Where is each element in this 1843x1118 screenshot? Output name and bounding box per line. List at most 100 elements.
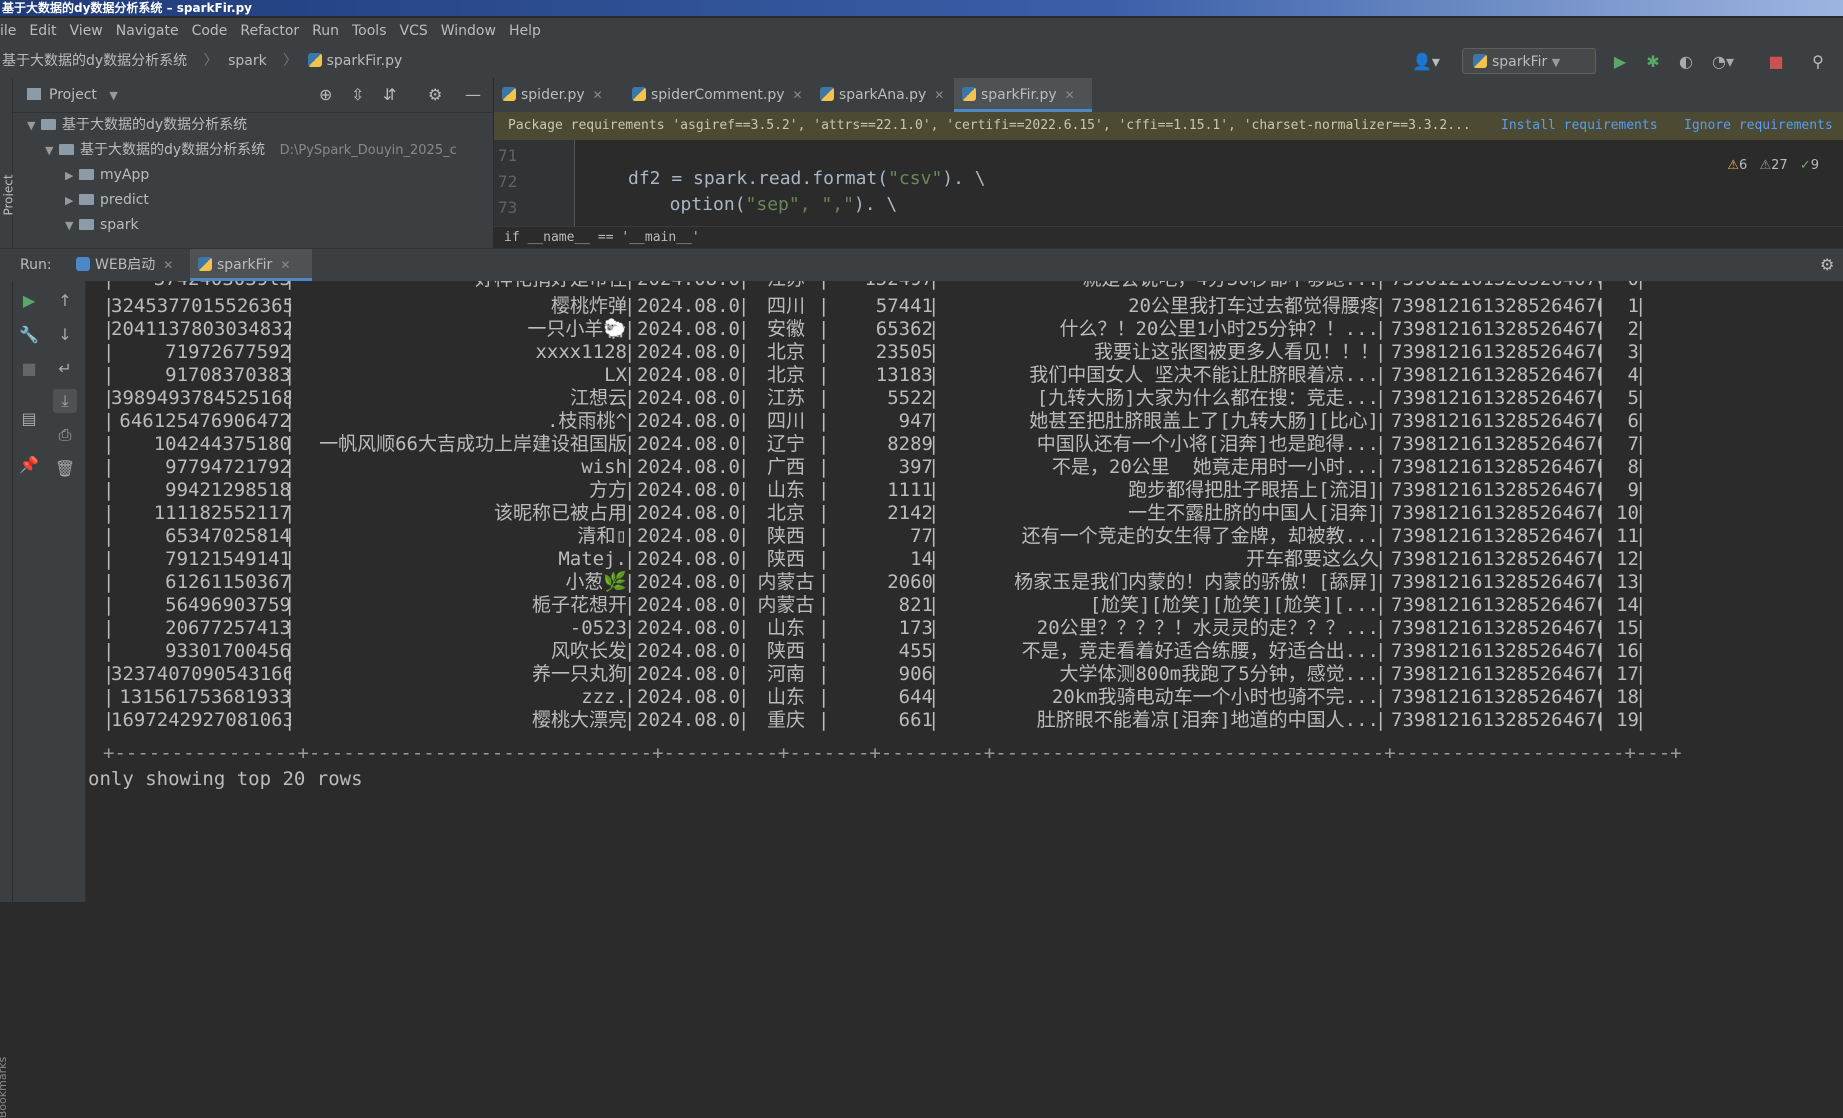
code-line-73: option("sep", ","). \	[648, 194, 898, 215]
profile-icon[interactable]: ◔▾	[1712, 52, 1734, 72]
table-cell: 3742403039l3	[111, 281, 291, 293]
menu-item[interactable]: Navigate	[116, 23, 179, 39]
close-icon[interactable]: ✕	[163, 258, 173, 272]
console-footer: only showing top 20 rows	[88, 768, 363, 790]
scroll-to-end-icon[interactable]: ⤓	[53, 389, 77, 413]
inspection-widget[interactable]: ⚠6 ⚠27 ✓9	[1727, 158, 1819, 173]
run-tab-web[interactable]: WEB启动 ✕	[68, 249, 188, 281]
gear-icon[interactable]: ⚙	[1820, 249, 1834, 281]
layout-icon[interactable]: ▤	[17, 407, 41, 431]
table-cell: 661	[898, 709, 933, 731]
tree-item-root[interactable]: ▼ 基于大数据的dy数据分析系统	[13, 113, 493, 138]
expand-arrow-icon[interactable]: ▼	[27, 113, 41, 138]
breadcrumb-separator: 〉	[203, 53, 218, 69]
table-cell: 19	[1616, 709, 1639, 731]
check-icon: ✓	[1799, 158, 1811, 173]
scroll-up-icon[interactable]: ↑	[53, 289, 77, 313]
python-file-icon	[962, 87, 976, 101]
menu-item[interactable]: Help	[509, 23, 541, 39]
stop-icon[interactable]: ■	[17, 357, 41, 381]
menu-item[interactable]: Window	[441, 23, 496, 39]
breadcrumb-project[interactable]: 基于大数据的dy数据分析系统	[2, 53, 187, 69]
code-viewport[interactable]: df2 = spark.read.format("csv"). \ option…	[576, 140, 1776, 226]
tree-item-label: spark	[100, 217, 139, 233]
project-panel-title[interactable]: Project	[49, 87, 97, 103]
menu-item[interactable]: VCS	[400, 23, 428, 39]
scroll-down-icon[interactable]: ↓	[53, 323, 77, 347]
folder-icon	[59, 144, 74, 155]
close-icon[interactable]: ✕	[1065, 88, 1075, 102]
close-icon[interactable]: ✕	[934, 88, 944, 102]
trash-icon[interactable]: 🗑	[53, 457, 77, 481]
expand-arrow-icon[interactable]: ▼	[45, 138, 59, 163]
breadcrumb-file[interactable]: sparkFir.py	[327, 53, 403, 69]
code-string: "csv"	[888, 168, 943, 189]
tree-item-spark[interactable]: ▼ spark	[13, 213, 493, 238]
collapse-all-icon[interactable]: ⇵	[383, 78, 396, 112]
menu-item[interactable]: Tools	[352, 23, 387, 39]
pin-icon[interactable]: 📌	[17, 453, 41, 477]
chevron-down-icon: ▼	[1551, 56, 1561, 69]
line-gutter: 71 72 73	[494, 140, 575, 226]
tab-label: sparkAna.py	[839, 87, 927, 103]
run-tab-label: WEB启动	[95, 257, 156, 273]
expand-all-icon[interactable]: ⇳	[351, 78, 364, 112]
weak-warning-count: 27	[1771, 158, 1788, 173]
expand-arrow-icon[interactable]: ▶	[65, 188, 79, 213]
code-breadcrumb[interactable]: if __name__ == '__main__'	[494, 226, 1843, 248]
debug-icon[interactable]: ✱	[1643, 52, 1663, 72]
table-cell: 1697242927081063	[111, 709, 291, 731]
wrench-icon[interactable]: 🔧	[17, 323, 41, 347]
tree-item-predict[interactable]: ▶ predict	[13, 188, 493, 213]
rerun-icon[interactable]: ▶	[17, 289, 41, 313]
menu-item[interactable]: View	[70, 23, 103, 39]
menu-item[interactable]: Refactor	[240, 23, 299, 39]
search-icon[interactable]: ⚲	[1808, 52, 1828, 72]
menu-item[interactable]: Edit	[29, 23, 56, 39]
run-icon[interactable]: ▶	[1610, 52, 1630, 72]
soft-wrap-icon[interactable]: ↵	[53, 357, 77, 381]
close-icon[interactable]: ✕	[793, 88, 803, 102]
project-view-icon	[27, 88, 41, 100]
chevron-down-icon[interactable]: ▼	[109, 89, 117, 102]
project-panel: Project ▼ ⊕ ⇳ ⇵ ⚙ — ▼ 基于大数据的dy数据分析系统 ▼ 基于大…	[13, 78, 494, 248]
run-tab-sparkfir[interactable]: sparkFir ✕	[190, 249, 312, 281]
ignore-requirements-link[interactable]: Ignore requirements	[1684, 112, 1833, 140]
tab-sparkana[interactable]: sparkAna.py ✕	[812, 78, 962, 112]
run-config-label: sparkFir	[1492, 54, 1548, 70]
menu-item[interactable]: Code	[192, 23, 228, 39]
coverage-icon[interactable]: ◐	[1676, 52, 1696, 72]
minimize-icon[interactable]: —	[465, 78, 481, 112]
folder-icon	[41, 119, 56, 130]
expand-arrow-icon[interactable]: ▼	[65, 213, 79, 238]
tab-sparkfir[interactable]: sparkFir.py ✕	[954, 78, 1092, 112]
line-number: 72	[498, 172, 518, 191]
tree-item-myapp[interactable]: ▶ myApp	[13, 163, 493, 188]
stop-icon[interactable]: ■	[1766, 52, 1786, 72]
breadcrumb-folder[interactable]: spark	[228, 53, 267, 69]
user-icon[interactable]: 👤▾	[1412, 52, 1440, 72]
python-config-icon	[1473, 54, 1487, 68]
locate-icon[interactable]: ⊕	[319, 78, 332, 112]
warning-count: 6	[1739, 158, 1748, 173]
table-cell: 肚脐眼不能着凉[泪奔]地道的中国人...	[1036, 709, 1379, 731]
gear-icon[interactable]: ⚙	[428, 78, 442, 112]
tab-spider[interactable]: spider.py ✕	[494, 78, 632, 112]
table-cell: 就是会说吧，4分30秒都不够跑...	[939, 281, 1379, 293]
close-icon[interactable]: ✕	[593, 88, 603, 102]
tab-spidercomment[interactable]: spiderComment.py ✕	[624, 78, 820, 112]
console-output[interactable]: |||||||||3742403039l3好样花捐好是市住2024.08.02江…	[86, 281, 1843, 902]
table-cell: 重庆	[766, 709, 805, 731]
print-icon[interactable]: ⎙	[53, 423, 77, 447]
close-icon[interactable]: ✕	[280, 258, 290, 272]
expand-arrow-icon[interactable]: ▶	[65, 163, 79, 188]
install-requirements-link[interactable]: Install requirements	[1501, 112, 1658, 140]
menu-item[interactable]: Run	[312, 23, 339, 39]
tree-item-project[interactable]: ▼ 基于大数据的dy数据分析系统 D:\PySpark_Douyin_2025_c	[13, 138, 493, 163]
project-panel-header: Project ▼ ⊕ ⇳ ⇵ ⚙ —	[13, 78, 493, 113]
run-config-select[interactable]: sparkFir ▼	[1462, 48, 1596, 74]
tree-item-label: 基于大数据的dy数据分析系统	[80, 142, 266, 158]
menu-item[interactable]: ile	[0, 23, 16, 39]
bookmarks-tool-label[interactable]: Bookmarks	[0, 1057, 9, 1118]
python-file-icon	[198, 257, 212, 271]
